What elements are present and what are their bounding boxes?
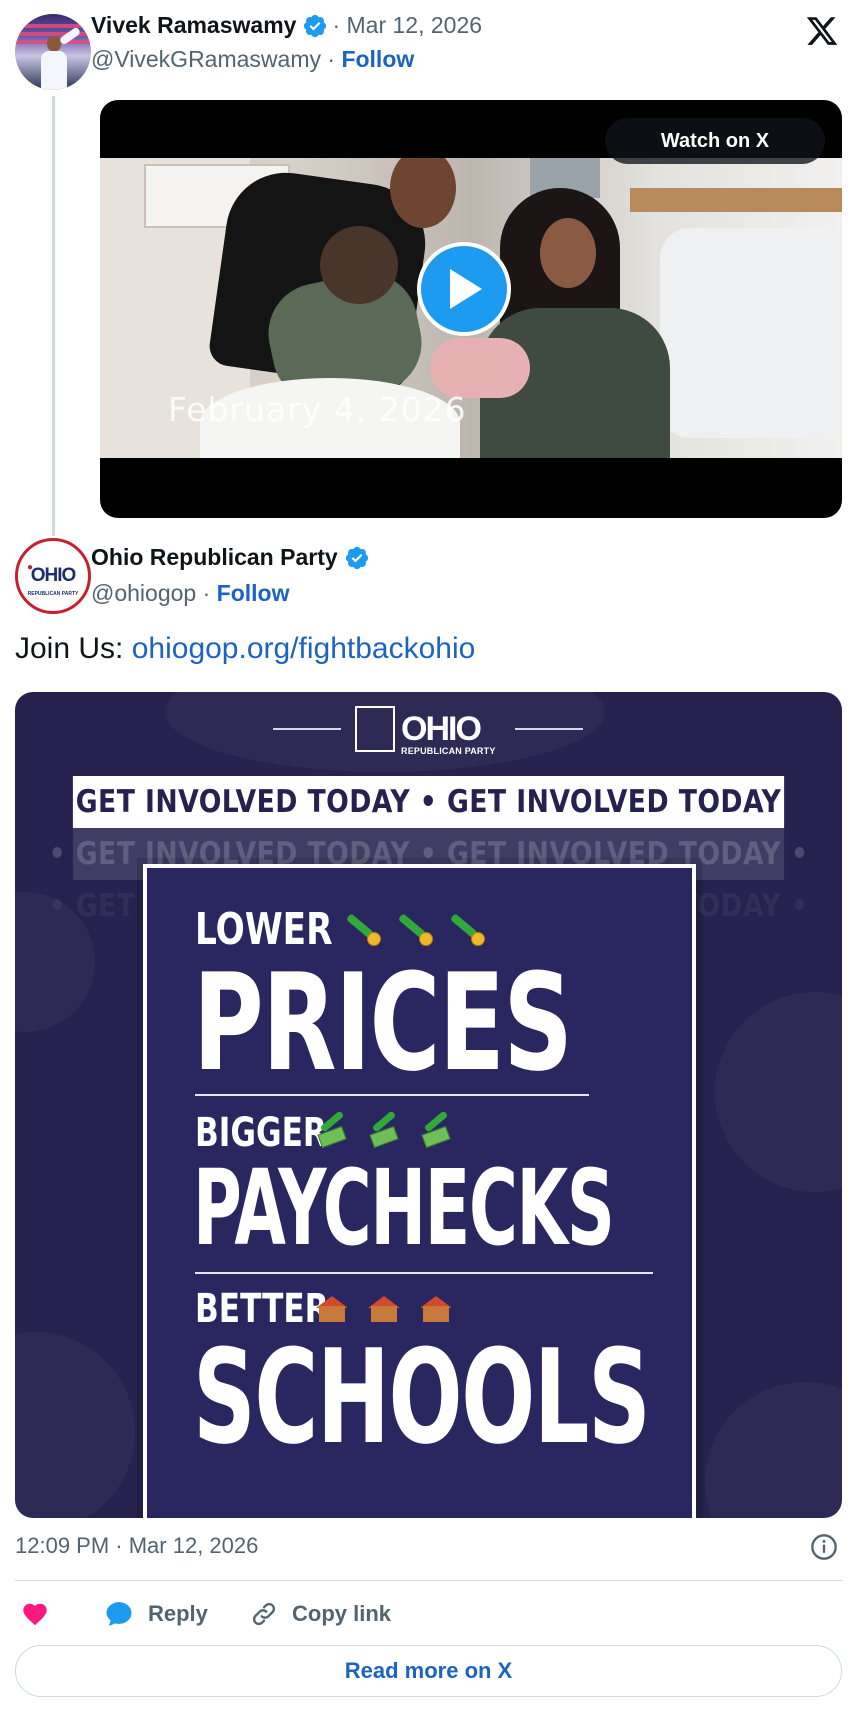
x-logo-icon[interactable] xyxy=(804,14,840,48)
reply-label: Reply xyxy=(148,1601,208,1626)
parent-handle[interactable]: @VivekGRamaswamy xyxy=(91,46,321,72)
play-button[interactable] xyxy=(417,242,511,336)
footer-divider xyxy=(15,1580,842,1581)
like-button[interactable] xyxy=(20,1596,50,1632)
main-follow-link[interactable]: Follow xyxy=(217,580,290,606)
video-overlay-date: February 4, 2026 xyxy=(168,390,467,429)
poster-logo-sub: REPUBLICAN PARTY xyxy=(401,746,496,756)
parent-author-name[interactable]: Vivek Ramaswamy xyxy=(91,12,296,39)
poster-divider xyxy=(195,1094,589,1096)
chart-down-coin-icon xyxy=(447,908,485,946)
main-author-row: Ohio Republican Party xyxy=(91,544,370,571)
ohio-state-outline-icon xyxy=(355,706,395,752)
reply-button[interactable]: Reply xyxy=(104,1596,208,1632)
handle-separator: · xyxy=(196,580,217,606)
info-icon[interactable] xyxy=(810,1533,838,1561)
poster-line2-big: PAYCHECKS xyxy=(193,1147,615,1269)
copy-link-label: Copy link xyxy=(292,1601,392,1626)
avatar-logo-mark: ● xyxy=(27,562,34,573)
thread-connector-line xyxy=(52,96,55,536)
parent-follow-link[interactable]: Follow xyxy=(341,46,414,72)
avatar-ohio-republican-party[interactable]: ● OHIO REPUBLICAN PARTY xyxy=(15,538,91,614)
watch-on-x-button[interactable]: Watch on X xyxy=(605,118,825,164)
play-icon xyxy=(450,269,482,309)
money-up-icon xyxy=(365,1110,403,1150)
chart-down-coin-icon xyxy=(395,908,433,946)
poster-line1-big: PRICES xyxy=(193,945,573,1101)
main-author-name[interactable]: Ohio Republican Party xyxy=(91,544,338,571)
tweet-timestamp[interactable]: 12:09 PM · Mar 12, 2026 xyxy=(15,1533,258,1559)
tweet-text-prefix: Join Us: xyxy=(15,632,132,665)
parent-tweet-date[interactable]: · Mar 12, 2026 xyxy=(332,12,482,39)
poster-logo-rule-right xyxy=(515,728,583,730)
avatar-vivek-ramaswamy[interactable] xyxy=(15,14,91,90)
poster-logo-rule-left xyxy=(273,728,341,730)
tweet-image-poster[interactable]: OHIO REPUBLICAN PARTY • GET INVOLVED TOD… xyxy=(15,692,842,1518)
poster-divider xyxy=(195,1272,653,1274)
verified-badge-icon xyxy=(345,546,368,569)
money-up-icon xyxy=(417,1110,455,1150)
poster-banner: • GET INVOLVED TODAY • GET INVOLVED TODA… xyxy=(49,776,808,828)
poster-logo-word: OHIO xyxy=(401,710,482,748)
verified-badge-icon xyxy=(304,14,327,37)
link-icon xyxy=(252,1602,276,1626)
parent-handle-row: @VivekGRamaswamy · Follow xyxy=(91,46,414,73)
tweet-text: Join Us: ohiogop.org/fightbackohio xyxy=(15,632,475,666)
main-handle-row: @ohiogop · Follow xyxy=(91,580,290,607)
avatar-logo-subtext: REPUBLICAN PARTY xyxy=(27,591,79,597)
read-more-button[interactable]: Read more on X xyxy=(15,1645,842,1697)
tweet-link[interactable]: ohiogop.org/fightbackohio xyxy=(132,632,476,665)
copy-link-button[interactable]: Copy link xyxy=(250,1596,391,1632)
money-up-icon xyxy=(313,1110,351,1150)
poster-line3-big: SCHOOLS xyxy=(193,1321,651,1473)
parent-author-row: Vivek Ramaswamy · Mar 12, 2026 xyxy=(91,12,482,39)
poster-emoji-row-2 xyxy=(313,1110,455,1150)
handle-separator: · xyxy=(320,46,342,72)
video-card[interactable]: Watch on X February 4, 2026 xyxy=(100,100,842,518)
poster-message-card: LOWER PRICES BIGGER PAYCHECKS BETTER SCH… xyxy=(143,864,696,1518)
heart-icon xyxy=(23,1603,47,1626)
poster-logo: OHIO REPUBLICAN PARTY xyxy=(355,706,495,756)
reply-bubble-icon xyxy=(106,1602,132,1626)
poster-emoji-row-1 xyxy=(343,908,485,946)
main-handle[interactable]: @ohiogop xyxy=(91,580,196,606)
chart-down-coin-icon xyxy=(343,908,381,946)
